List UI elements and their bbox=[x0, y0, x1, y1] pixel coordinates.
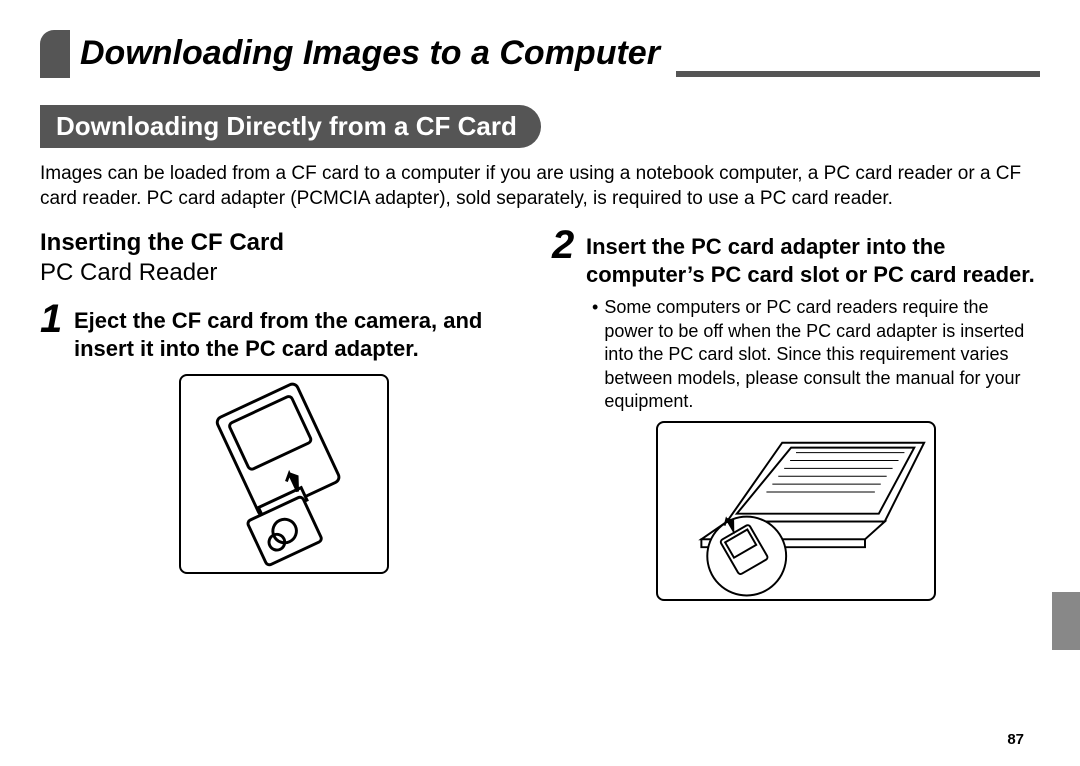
note-text: Some computers or PC card readers requir… bbox=[604, 296, 1040, 413]
step-2-notes: • Some computers or PC card readers requ… bbox=[592, 296, 1040, 413]
chapter-heading: Downloading Images to a Computer bbox=[40, 30, 1040, 79]
step-title: Eject the CF card from the camera, and i… bbox=[74, 303, 528, 362]
step-number: 2 bbox=[552, 225, 580, 265]
cf-card-adapter-icon bbox=[181, 376, 387, 572]
note-item: • Some computers or PC card readers requ… bbox=[592, 296, 1040, 413]
laptop-pc-card-icon bbox=[658, 423, 934, 600]
bullet-icon: • bbox=[592, 296, 598, 413]
intro-paragraph: Images can be loaded from a CF card to a… bbox=[40, 162, 1040, 211]
two-column-layout: Inserting the CF Card PC Card Reader 1 E… bbox=[40, 229, 1040, 601]
left-column: Inserting the CF Card PC Card Reader 1 E… bbox=[40, 229, 528, 601]
step-title: Insert the PC card adapter into the comp… bbox=[586, 229, 1040, 288]
chapter-rule bbox=[676, 71, 1040, 77]
step-1: 1 Eject the CF card from the camera, and… bbox=[40, 303, 528, 362]
section-thumb-tab bbox=[1052, 592, 1080, 650]
chapter-title: Downloading Images to a Computer bbox=[70, 30, 676, 79]
subsection-heading: Inserting the CF Card bbox=[40, 229, 528, 257]
step-number: 1 bbox=[40, 299, 68, 339]
page-number: 87 bbox=[1007, 731, 1024, 748]
chapter-bar: Downloading Images to a Computer bbox=[40, 30, 1040, 79]
section-heading: Downloading Directly from a CF Card bbox=[40, 105, 541, 148]
step-2: 2 Insert the PC card adapter into the co… bbox=[552, 229, 1040, 288]
illustration-laptop-slot bbox=[656, 421, 936, 601]
illustration-cf-into-adapter bbox=[179, 374, 389, 574]
chapter-tab-decoration bbox=[40, 30, 70, 78]
subsection-subheading: PC Card Reader bbox=[40, 259, 528, 287]
right-column: 2 Insert the PC card adapter into the co… bbox=[552, 229, 1040, 601]
